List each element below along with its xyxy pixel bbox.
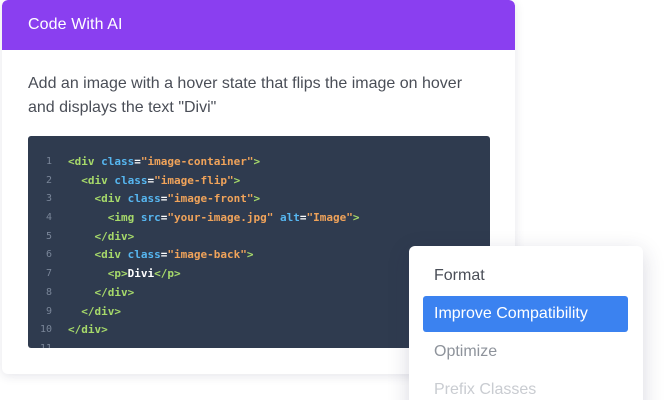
code-token: "image-container" [140,155,254,168]
line-content: </div> [68,321,108,340]
line-number: 6 [45,249,52,261]
menu-item-prefix-classes[interactable]: Prefix Classes [423,372,628,400]
code-token: <div [81,173,115,187]
menu-item-format[interactable]: Format [423,258,628,294]
code-token: > [253,155,261,168]
menu-item-improve-compatibility[interactable]: Improve Compatibility [423,296,628,332]
code-token: class [127,192,161,206]
code-token: > [233,173,241,187]
line-content: </div> [68,303,121,322]
code-token: class [114,173,148,187]
line-content: </div> [68,284,135,303]
menu-item-label: Improve Compatibility [434,305,588,322]
code-token: "Image" [306,211,353,225]
code-token: "image-flip" [154,173,234,187]
line-number: 4 [45,212,52,224]
code-token: </div> [94,229,135,243]
line-number: 5 [45,230,52,242]
code-token: src [140,211,161,225]
code-token: "image-front" [167,192,254,206]
code-line: 5 </div> [28,228,490,247]
code-line: 4 <img src="your-image.jpg" alt="Image"> [28,209,490,228]
stage: Code With AI Add an image with a hover s… [0,0,664,400]
line-number: 10 [39,324,52,336]
code-token: </div> [81,304,121,318]
panel-title: Code With AI [28,16,123,33]
menu-item-label: Prefix Classes [434,381,537,398]
code-token: "your-image.jpg" [167,211,274,225]
code-token: </p> [154,267,181,281]
line-content: <div class="image-back"> [68,246,254,265]
code-token: <div [68,155,102,168]
code-token: <img [107,211,141,225]
line-number: 2 [45,174,52,186]
line-number: 3 [45,193,52,205]
code-token: "image-back" [167,248,247,262]
code-token: <div [94,192,128,206]
line-number: 7 [45,268,52,280]
panel-header: Code With AI [2,0,515,50]
code-line: 2 <div class="image-flip"> [28,172,490,191]
line-number: 1 [45,156,52,167]
code-line: 1 <div class="image-container"> [28,153,490,172]
code-token: Divi [127,267,155,281]
line-content: <p>Divi</p> [68,265,181,284]
code-token: <div [94,248,128,262]
ai-actions-menu: Format Improve Compatibility Optimize Pr… [409,246,643,400]
line-number: 9 [45,305,52,317]
code-token: <p> [107,267,128,281]
menu-item-optimize[interactable]: Optimize [423,334,628,370]
code-line: 3 <div class="image-front"> [28,190,490,209]
code-token: class [127,248,161,262]
menu-item-label: Format [434,267,485,284]
code-token: > [352,211,360,225]
code-token: </div> [68,323,108,337]
line-number: 8 [45,286,52,298]
line-content: <div class="image-container"> [68,153,260,172]
code-token: class [101,155,135,168]
code-token: alt [279,211,300,225]
line-content: <div class="image-front"> [68,190,261,209]
code-token: > [246,248,254,262]
code-token: > [253,192,261,206]
code-token: </div> [94,285,135,299]
code-token: = [134,155,141,168]
line-number: 11 [28,340,52,348]
menu-item-label: Optimize [434,343,498,360]
line-content: <div class="image-flip"> [68,172,240,191]
line-content: </div> [68,228,135,247]
prompt-text: Add an image with a hover state that fli… [28,75,463,116]
line-content: <img src="your-image.jpg" alt="Image"> [68,209,360,228]
